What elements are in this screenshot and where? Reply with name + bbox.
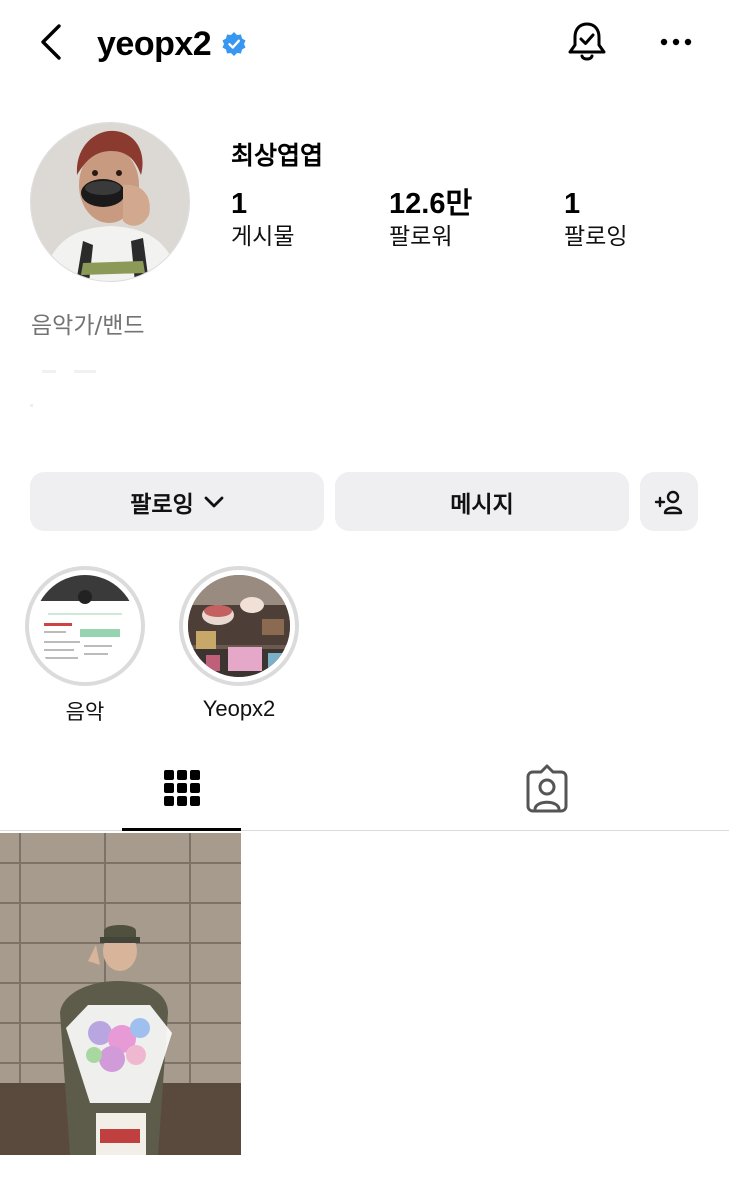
highlight-music-label: 음악 bbox=[65, 700, 105, 724]
bio-faint-marks bbox=[30, 370, 96, 407]
tabs-divider bbox=[0, 830, 729, 831]
message-button[interactable]: 메시지 bbox=[335, 472, 629, 531]
stat-following-label: 팔로잉 bbox=[564, 224, 628, 250]
highlight-ring bbox=[179, 566, 299, 686]
stat-followers[interactable]: 12.6만 팔로워 bbox=[389, 186, 472, 252]
avatar-photo bbox=[31, 123, 189, 281]
tab-tagged[interactable] bbox=[517, 760, 577, 824]
stat-following-value: 1 bbox=[564, 188, 581, 220]
bell-check-icon[interactable] bbox=[565, 19, 609, 65]
more-horizontal-icon[interactable] bbox=[656, 25, 696, 59]
stat-posts-value: 1 bbox=[231, 188, 248, 220]
highlight-yeopx2-label: Yeopx2 bbox=[202, 696, 276, 721]
top-bar: yeopx2 bbox=[0, 0, 729, 86]
profile-full-name: 최상엽엽 bbox=[231, 141, 324, 170]
grid-icon bbox=[164, 770, 200, 806]
stat-followers-value: 12.6만 bbox=[389, 188, 473, 220]
add-person-button[interactable] bbox=[640, 472, 698, 531]
tab-posts-grid[interactable] bbox=[152, 760, 212, 824]
chevron-down-icon bbox=[204, 496, 224, 507]
highlight-yeopx2[interactable]: Yeopx2 bbox=[179, 566, 299, 722]
highlight-yeopx2-thumbnail bbox=[188, 575, 290, 677]
highlight-music-thumbnail bbox=[34, 575, 136, 677]
add-person-icon bbox=[654, 490, 683, 514]
stat-followers-label: 팔로워 bbox=[389, 224, 453, 250]
following-button-label: 팔로잉 bbox=[130, 491, 194, 518]
stat-following[interactable]: 1 팔로잉 bbox=[564, 186, 627, 252]
verified-badge-icon bbox=[222, 32, 246, 56]
highlight-music[interactable]: 음악 bbox=[25, 566, 145, 726]
stat-posts-label: 게시물 bbox=[231, 224, 295, 250]
highlight-ring bbox=[25, 566, 145, 686]
stat-posts[interactable]: 1 게시물 bbox=[231, 186, 294, 252]
post-photo bbox=[0, 833, 241, 1155]
username: yeopx2 bbox=[97, 24, 212, 63]
profile-category: 음악가/밴드 bbox=[31, 313, 145, 339]
message-button-label: 메시지 bbox=[450, 491, 514, 518]
following-button[interactable]: 팔로잉 bbox=[30, 472, 324, 531]
active-tab-indicator bbox=[122, 828, 241, 831]
username-header: yeopx2 bbox=[97, 22, 247, 66]
tagged-person-icon bbox=[526, 764, 568, 813]
profile-avatar[interactable] bbox=[30, 122, 190, 282]
post-thumbnail[interactable] bbox=[0, 833, 241, 1155]
chevron-left-icon[interactable] bbox=[34, 22, 70, 62]
